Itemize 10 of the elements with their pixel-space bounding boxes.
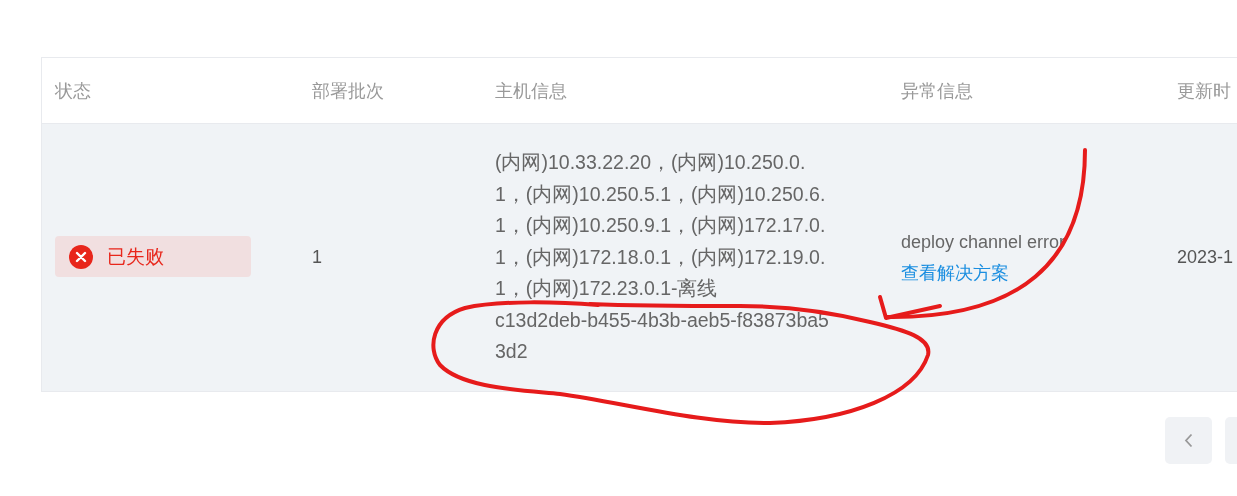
- table-cell: 1: [312, 247, 322, 267]
- column-header: 状态: [54, 79, 92, 103]
- status-label: 已失败: [107, 245, 164, 270]
- column-header: 主机信息: [494, 79, 568, 103]
- column-header: 异常信息: [900, 79, 974, 103]
- column-header: 更新时: [1176, 79, 1232, 103]
- host-id: c13d2deb-b455-4b3b-aeb5-f83873ba53d2: [495, 307, 829, 365]
- solution-link[interactable]: 查看解决方案: [901, 262, 1009, 283]
- column-header: 部署批次: [311, 79, 385, 103]
- table-cell: 2023-1: [1177, 247, 1234, 267]
